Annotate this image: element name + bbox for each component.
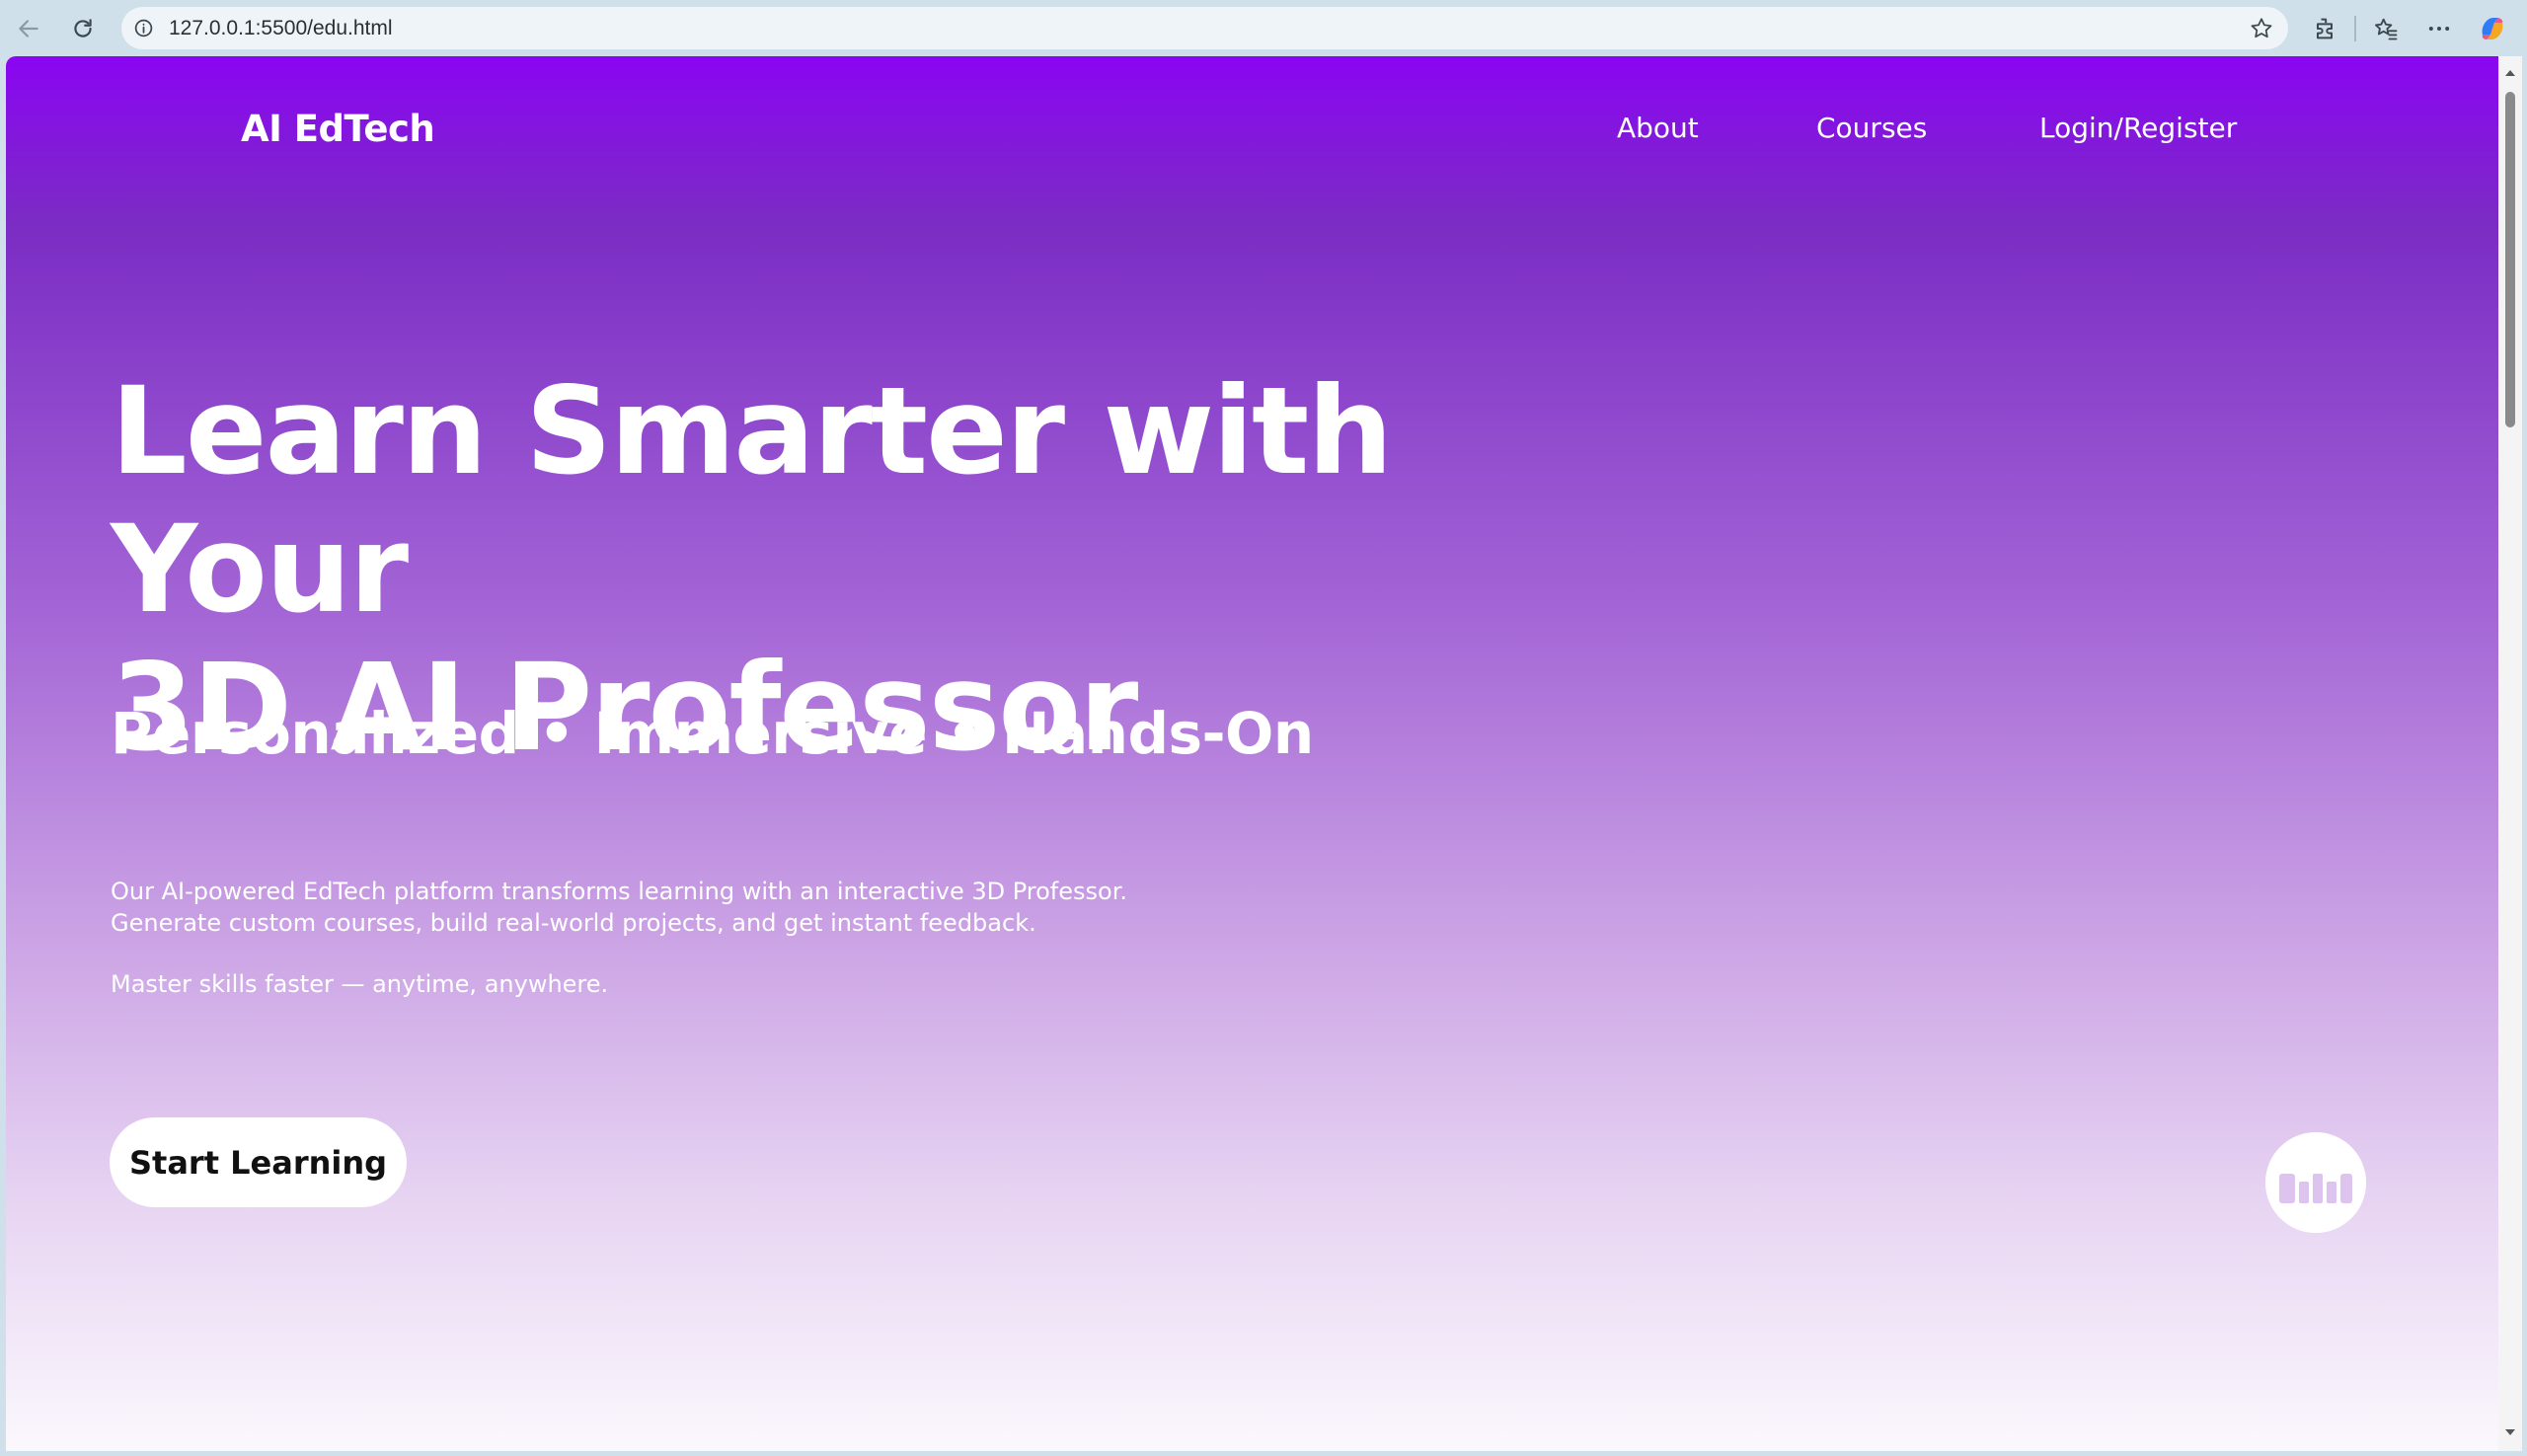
address-bar[interactable]: 127.0.0.1:5500/edu.html	[121, 7, 2288, 49]
hero-subtitle: Personalized • Immersive • Hands-On	[111, 700, 1314, 767]
favorites-icon[interactable]	[2369, 12, 2403, 45]
nav-about-link[interactable]: About	[1617, 112, 1699, 144]
scroll-up-arrow-icon[interactable]	[2503, 66, 2517, 80]
copilot-icon[interactable]	[2476, 12, 2509, 45]
page-scrollbar[interactable]	[2498, 56, 2522, 1451]
back-arrow-icon[interactable]	[10, 10, 47, 47]
extensions-icon[interactable]	[2308, 12, 2341, 45]
page-viewport: AI EdTech About Courses Login/Register L…	[6, 56, 2498, 1451]
scroll-down-arrow-icon[interactable]	[2503, 1425, 2517, 1439]
more-icon[interactable]	[2422, 12, 2456, 45]
start-learning-button[interactable]: Start Learning	[110, 1117, 407, 1207]
scroll-thumb[interactable]	[2505, 92, 2515, 427]
hero-description: Our AI-powered EdTech platform transform…	[111, 876, 1295, 1000]
hero-desc-line-1: Our AI-powered EdTech platform transform…	[111, 878, 1127, 905]
toolbar-divider	[2354, 16, 2356, 41]
info-icon[interactable]	[133, 18, 154, 38]
hero-desc-line-2: Generate custom courses, build real-worl…	[111, 909, 1036, 937]
window-frame-bottom	[0, 1451, 2527, 1456]
nav-login-link[interactable]: Login/Register	[2039, 112, 2237, 144]
refresh-icon[interactable]	[64, 10, 102, 47]
browser-toolbar: 127.0.0.1:5500/edu.html	[0, 0, 2527, 56]
nav-courses-link[interactable]: Courses	[1816, 112, 1927, 144]
hero-desc-line-3: Master skills faster — anytime, anywhere…	[111, 970, 609, 998]
hero-title-line-1: Learn Smarter with Your	[111, 361, 1393, 640]
chatbot-icon[interactable]	[2265, 1132, 2366, 1233]
url-text[interactable]: 127.0.0.1:5500/edu.html	[169, 7, 393, 49]
star-icon[interactable]	[2249, 16, 2274, 41]
brand-logo[interactable]: AI EdTech	[241, 108, 435, 150]
